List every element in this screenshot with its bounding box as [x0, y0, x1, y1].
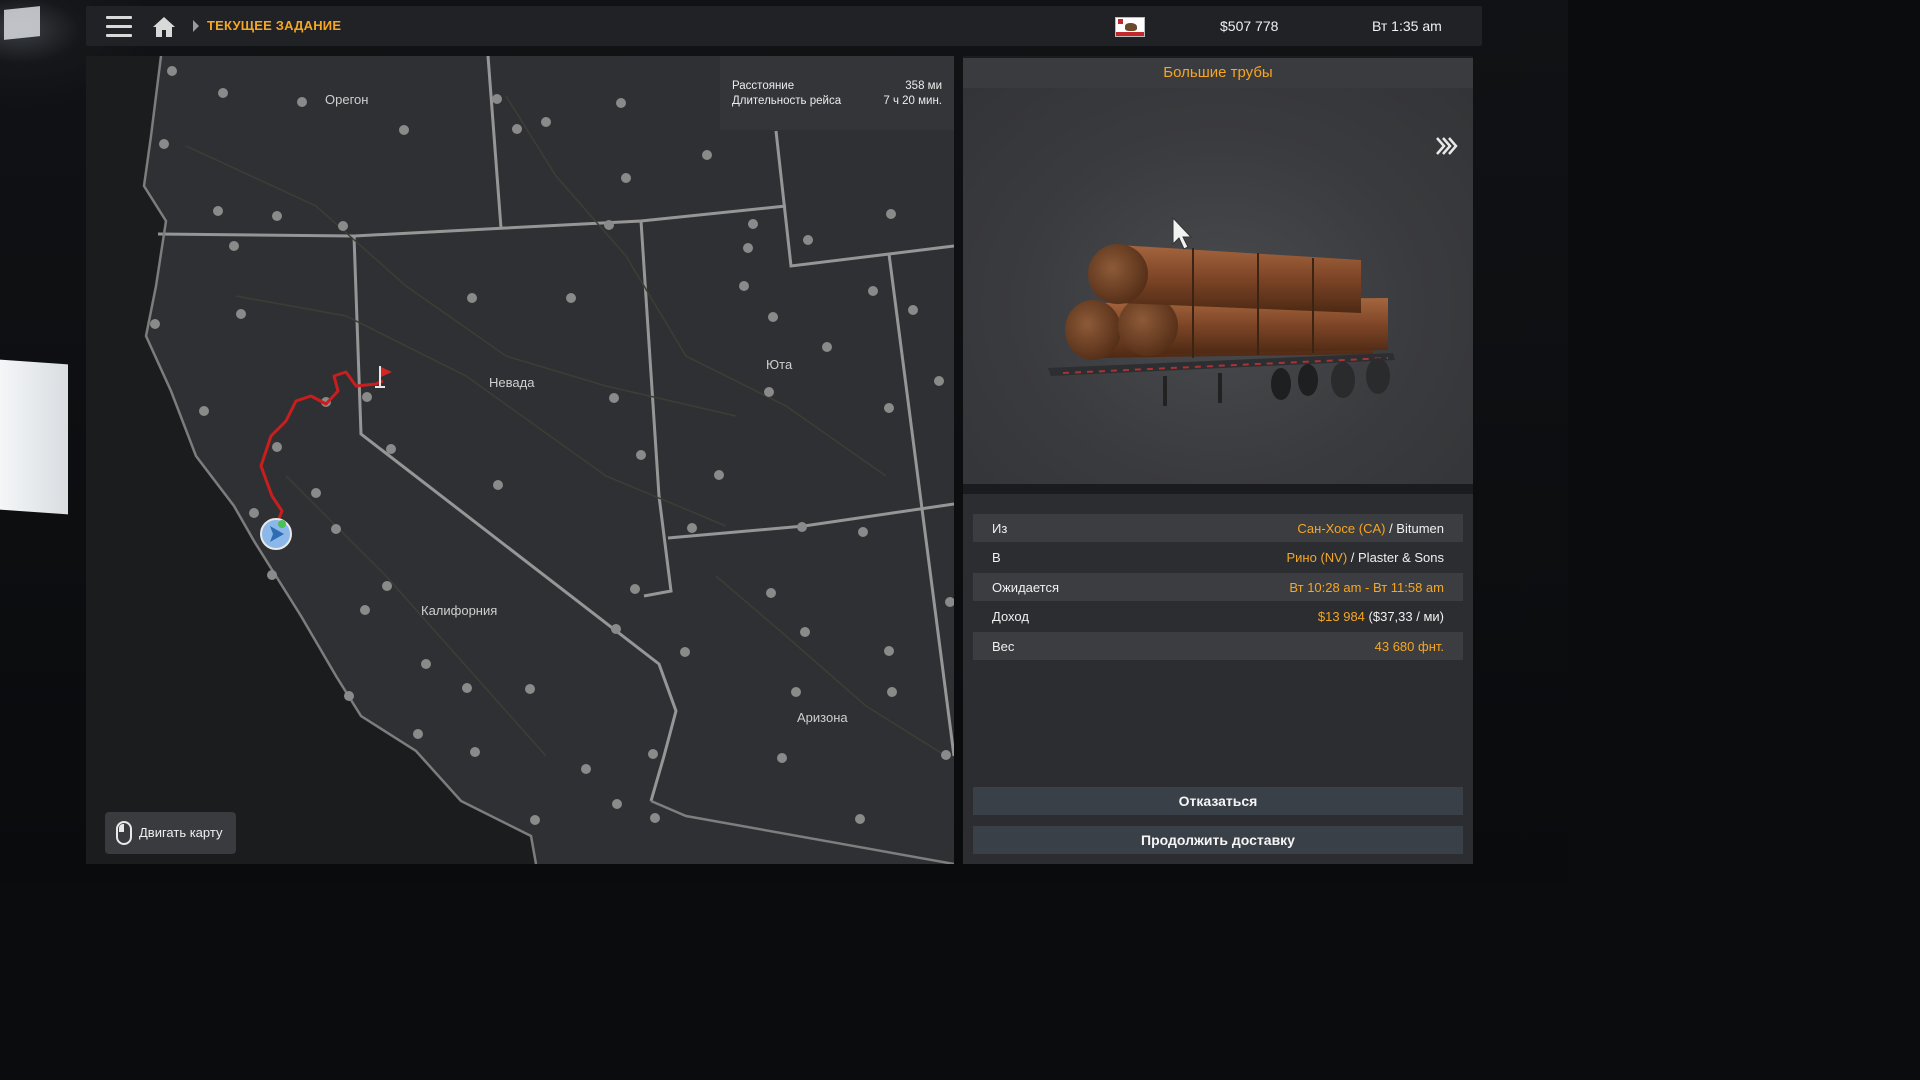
fast-forward-icon[interactable] — [1435, 136, 1459, 156]
weight-value: 43 680 фнт. — [1374, 639, 1444, 654]
expected-time: Вт 10:28 am - Вт 11:58 am — [1289, 580, 1444, 595]
cargo-title-bar: Большие трубы — [963, 58, 1473, 88]
move-map-label: Двигать карту — [139, 825, 223, 840]
distance-value: 358 ми — [905, 80, 942, 92]
route-map[interactable]: Орегон Невада Юта Калифорния Аризона Рас… — [86, 56, 954, 864]
job-details: Из Сан-Хосе (CA) / Bitumen В Рино (NV) /… — [963, 494, 1473, 864]
mouse-icon — [116, 821, 132, 845]
state-label-utah: Юта — [766, 357, 793, 372]
route-info-box: Расстояние 358 ми Длительность рейса 7 ч… — [720, 56, 954, 130]
state-label-arizona: Аризона — [797, 710, 848, 725]
destination-flag-icon — [375, 366, 392, 388]
destination-city: Рино (NV) — [1286, 550, 1348, 565]
home-icon[interactable] — [152, 15, 176, 39]
origin-city: Сан-Хосе (CA) — [1297, 521, 1386, 536]
income-value: $13 984 — [1317, 609, 1365, 624]
job-details-panel: Большие трубы Из Сан-Хосе (CA) / Bitumen… — [963, 56, 1473, 864]
duration-value: 7 ч 20 мин. — [883, 95, 942, 107]
income-rate: ($37,33 / ми) — [1364, 609, 1444, 624]
detail-row-weight: Вес 43 680 фнт. — [973, 632, 1463, 660]
duration-label: Длительность рейса — [732, 95, 842, 107]
detail-row-from: Из Сан-Хосе (CA) / Bitumen — [973, 514, 1463, 542]
detail-row-to: В Рино (NV) / Plaster & Sons — [992, 550, 1444, 565]
background-light-panel — [0, 359, 68, 515]
move-map-button[interactable]: Двигать карту — [105, 812, 236, 854]
state-label-oregon: Орегон — [325, 92, 369, 107]
state-label-california: Калифорния — [421, 603, 498, 618]
state-label-nevada: Невада — [489, 375, 535, 390]
destination-company: / Plaster & Sons — [1347, 550, 1444, 565]
truck-position-icon — [260, 518, 292, 550]
money-balance: $507 778 — [1220, 18, 1279, 34]
detail-row-expected: Ожидается Вт 10:28 am - Вт 11:58 am — [973, 573, 1463, 601]
california-flag-icon — [1115, 17, 1145, 37]
map-canvas[interactable] — [86, 56, 954, 864]
menu-icon[interactable] — [106, 16, 132, 38]
origin-company: / Bitumen — [1385, 521, 1444, 536]
background-lamp — [4, 6, 40, 40]
detail-row-income: Доход $13 984 ($37,33 / ми) — [992, 609, 1444, 624]
mouse-cursor-icon — [1172, 216, 1193, 250]
cargo-preview[interactable] — [963, 88, 1473, 484]
decline-button[interactable]: Отказаться — [973, 787, 1463, 815]
pipes-trailer-image — [1048, 244, 1395, 406]
breadcrumb-current-job[interactable]: ТЕКУЩЕЕ ЗАДАНИЕ — [207, 18, 341, 33]
continue-delivery-button[interactable]: Продолжить доставку — [973, 826, 1463, 854]
distance-label: Расстояние — [732, 80, 795, 92]
top-bar: ТЕКУЩЕЕ ЗАДАНИЕ $507 778 Вт 1:35 am — [86, 6, 1482, 46]
game-clock: Вт 1:35 am — [1372, 18, 1442, 34]
cargo-title: Большие трубы — [1163, 64, 1273, 81]
breadcrumb-arrow-icon — [193, 20, 199, 32]
